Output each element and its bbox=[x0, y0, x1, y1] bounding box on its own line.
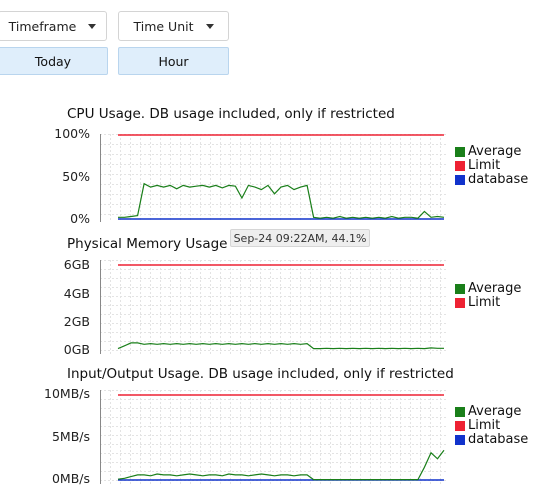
memory-y-tick: 0GB bbox=[63, 342, 90, 357]
legend-limit: Limit bbox=[455, 296, 521, 310]
legend-database: database bbox=[455, 173, 528, 187]
io-y-tick: 5MB/s bbox=[51, 429, 90, 444]
cpu-chart-title: CPU Usage. DB usage included, only if re… bbox=[67, 106, 395, 122]
memory-y-tick: 6GB bbox=[63, 257, 90, 272]
timeframe-selected-value[interactable]: Today bbox=[0, 47, 108, 75]
legend-average: Average bbox=[455, 145, 528, 159]
memory-usage-chart[interactable] bbox=[100, 260, 446, 354]
legend-label: Limit bbox=[468, 158, 501, 173]
io-y-tick: 0MB/s bbox=[51, 471, 90, 486]
memory-y-tick: 2GB bbox=[63, 314, 90, 329]
limit-swatch bbox=[455, 421, 465, 431]
legend-limit: Limit bbox=[455, 159, 528, 173]
timeframe-label: Timeframe bbox=[8, 18, 77, 34]
legend-label: Limit bbox=[468, 418, 501, 433]
legend-label: database bbox=[468, 432, 529, 447]
cpu-usage-chart[interactable] bbox=[100, 134, 446, 222]
legend-average: Average bbox=[455, 282, 521, 296]
hover-tooltip: Sep-24 09:22AM, 44.1% bbox=[230, 229, 370, 247]
cpu-y-tick: 50% bbox=[62, 169, 90, 184]
timeframe-dropdown[interactable]: Timeframe bbox=[0, 11, 107, 41]
legend-label: Limit bbox=[468, 295, 501, 310]
io-y-tick: 10MB/s bbox=[44, 386, 90, 401]
legend-average: Average bbox=[455, 405, 528, 419]
cpu-y-tick: 100% bbox=[54, 126, 90, 141]
io-chart-title: Input/Output Usage. DB usage included, o… bbox=[67, 366, 454, 382]
average-swatch bbox=[455, 407, 465, 417]
memory-chart-title: Physical Memory Usage bbox=[67, 236, 228, 252]
legend-label: Average bbox=[468, 281, 522, 296]
database-swatch bbox=[455, 435, 465, 445]
legend-limit: Limit bbox=[455, 419, 528, 433]
cpu-y-tick: 0% bbox=[70, 211, 90, 226]
average-swatch bbox=[455, 284, 465, 294]
time-unit-dropdown[interactable]: Time Unit bbox=[118, 11, 229, 41]
memory-y-tick: 4GB bbox=[63, 286, 90, 301]
limit-swatch bbox=[455, 298, 465, 308]
legend-label: database bbox=[468, 172, 529, 187]
chevron-down-icon bbox=[88, 23, 97, 29]
memory-legend: Average Limit bbox=[455, 282, 521, 310]
time-unit-label: Time Unit bbox=[133, 18, 194, 34]
database-swatch bbox=[455, 175, 465, 185]
legend-label: Average bbox=[468, 404, 522, 419]
chevron-down-icon bbox=[205, 23, 214, 29]
legend-database: database bbox=[455, 433, 528, 447]
average-swatch bbox=[455, 147, 465, 157]
time-unit-selected-value[interactable]: Hour bbox=[118, 47, 229, 75]
series-average-line bbox=[118, 182, 445, 219]
io-usage-chart[interactable] bbox=[100, 390, 446, 484]
limit-swatch bbox=[455, 161, 465, 171]
cpu-legend: Average Limit database bbox=[455, 145, 528, 187]
legend-label: Average bbox=[468, 144, 522, 159]
io-legend: Average Limit database bbox=[455, 405, 528, 447]
